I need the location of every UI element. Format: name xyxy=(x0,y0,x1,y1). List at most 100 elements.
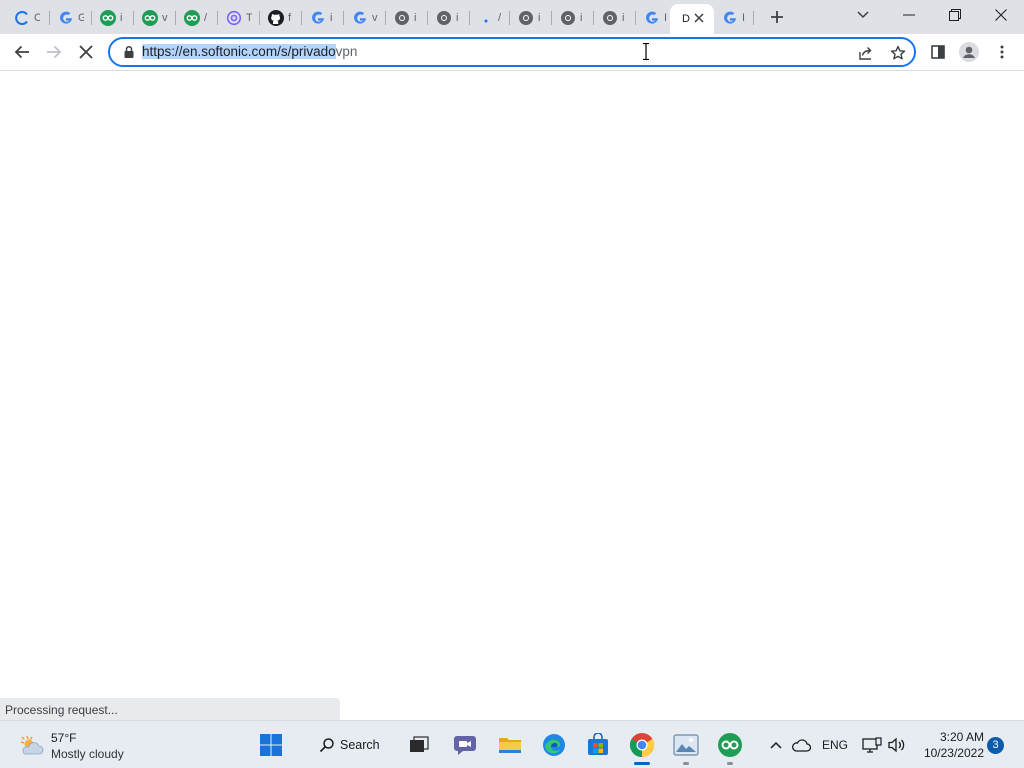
lock-icon[interactable] xyxy=(122,45,136,59)
tab-title: i xyxy=(414,12,417,24)
tab-9[interactable]: v xyxy=(344,4,386,32)
notification-badge[interactable]: 3 xyxy=(987,737,1004,754)
close-icon[interactable] xyxy=(692,11,706,25)
restore-icon xyxy=(949,9,961,21)
language-indicator[interactable]: ENG xyxy=(822,738,848,752)
tab-title: i xyxy=(120,12,123,24)
arrow-left-icon xyxy=(14,45,29,59)
star-icon xyxy=(890,45,906,60)
start-button[interactable] xyxy=(255,729,287,761)
text-cursor-icon xyxy=(643,43,649,60)
chevron-down-icon xyxy=(857,11,869,19)
github-icon xyxy=(268,10,284,26)
tab-title: f xyxy=(288,12,292,24)
goo-icon xyxy=(100,10,116,26)
teams-chat-button[interactable] xyxy=(449,729,481,761)
tab-8[interactable]: i xyxy=(302,4,344,32)
bookmark-button[interactable] xyxy=(888,43,908,63)
photos-button[interactable] xyxy=(670,729,702,765)
goo-app-button[interactable] xyxy=(714,729,746,765)
tab-title: T xyxy=(246,12,252,24)
tab-title: i xyxy=(622,12,625,24)
url-selected-text: https://en.softonic.com/s/privado xyxy=(142,44,336,59)
minimize-icon xyxy=(903,14,915,16)
tab-4[interactable]: v xyxy=(134,4,176,32)
tab-search-button[interactable] xyxy=(852,4,874,26)
chrome-button[interactable] xyxy=(626,729,658,765)
tab-title: G xyxy=(78,12,84,24)
tab-title: i xyxy=(330,12,333,24)
tab-title: D xyxy=(682,13,690,25)
arrow-right-icon xyxy=(47,45,62,59)
clock-time: 3:20 AM xyxy=(939,730,984,744)
tab-6[interactable]: T xyxy=(218,4,260,32)
onedrive-button[interactable] xyxy=(786,729,816,761)
folder-icon xyxy=(499,738,521,753)
tab-12[interactable]: / xyxy=(470,4,510,32)
task-view-button[interactable] xyxy=(403,729,435,761)
chat-icon xyxy=(454,736,476,755)
chrome-gray-icon xyxy=(560,10,576,26)
weather-condition: Mostly cloudy xyxy=(51,747,124,761)
open-app-indicator xyxy=(727,762,733,765)
tab-18[interactable]: I xyxy=(714,4,754,32)
network-icon xyxy=(862,737,882,753)
weather-temp: 57°F xyxy=(51,731,77,745)
url-rest-text: vpn xyxy=(335,44,358,59)
menu-button[interactable] xyxy=(988,38,1016,66)
taskbar-search-button[interactable]: Search xyxy=(310,730,386,760)
open-app-indicator xyxy=(683,762,689,765)
tab-title: I xyxy=(742,12,746,24)
tab-7[interactable]: f xyxy=(260,4,302,32)
tab-15[interactable]: i xyxy=(594,4,636,32)
tab-2[interactable]: G xyxy=(50,4,92,32)
edge-button[interactable] xyxy=(538,729,570,761)
tab-3[interactable]: i xyxy=(92,4,134,32)
weather-widget[interactable]: 57°F Mostly cloudy xyxy=(16,729,166,763)
close-icon xyxy=(995,9,1007,21)
tab-5[interactable]: / xyxy=(176,4,218,32)
close-window-button[interactable] xyxy=(978,0,1024,30)
address-bar[interactable]: https://en.softonic.com/s/privadovpn xyxy=(108,37,916,67)
tab-title: / xyxy=(204,12,208,24)
google-icon xyxy=(352,10,368,26)
tab-14[interactable]: i xyxy=(552,4,594,32)
windows-icon xyxy=(260,734,282,756)
search-label: Search xyxy=(340,738,380,752)
tab-11[interactable]: i xyxy=(428,4,470,32)
tab-title: i xyxy=(456,12,459,24)
back-button[interactable] xyxy=(8,38,36,66)
volume-button[interactable] xyxy=(882,729,912,761)
google-icon xyxy=(310,10,326,26)
minimize-button[interactable] xyxy=(886,0,932,30)
store-button[interactable] xyxy=(582,729,614,761)
tab-13[interactable]: i xyxy=(510,4,552,32)
loading-spinner-icon xyxy=(14,10,30,26)
new-tab-button[interactable] xyxy=(766,6,788,28)
forward-button[interactable] xyxy=(40,38,68,66)
chrome-gray-icon xyxy=(518,10,534,26)
stop-loading-button[interactable] xyxy=(72,38,100,66)
tab-1[interactable]: C xyxy=(6,4,50,32)
goo-icon xyxy=(718,733,742,757)
url-text[interactable]: https://en.softonic.com/s/privadovpn xyxy=(142,44,357,60)
volume-icon xyxy=(888,737,905,753)
edge-icon xyxy=(543,734,565,756)
task-view-icon xyxy=(410,736,429,752)
partly-cloudy-icon xyxy=(20,735,44,755)
share-button[interactable] xyxy=(856,43,876,63)
clock[interactable]: 3:20 AM 10/23/2022 xyxy=(914,729,984,761)
browser-toolbar: https://en.softonic.com/s/privadovpn xyxy=(0,34,1024,71)
side-panel-button[interactable] xyxy=(924,38,952,66)
tab-10[interactable]: i xyxy=(386,4,428,32)
file-explorer-button[interactable] xyxy=(494,729,526,761)
tab-16[interactable]: I xyxy=(636,4,670,32)
google-icon xyxy=(644,10,660,26)
tab-title: v xyxy=(162,12,168,24)
share-icon xyxy=(859,47,872,60)
goo-icon xyxy=(184,10,200,26)
profile-button[interactable] xyxy=(955,38,983,66)
google-icon xyxy=(722,10,738,26)
tab-17-active[interactable]: D xyxy=(670,4,714,34)
restore-button[interactable] xyxy=(932,0,978,30)
